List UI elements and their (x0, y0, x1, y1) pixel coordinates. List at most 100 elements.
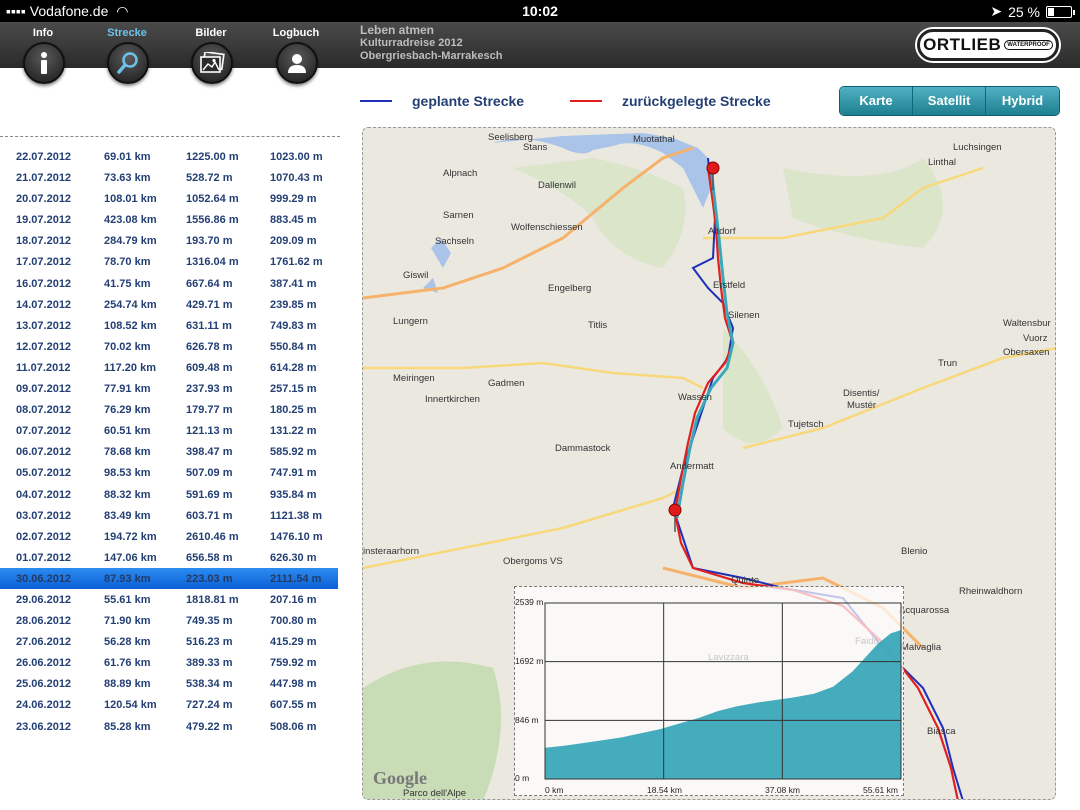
log-ascent: 656.58 m (186, 551, 233, 564)
x-tick-label: 55.61 km (863, 785, 898, 795)
log-date: 04.07.2012 (16, 488, 72, 501)
log-ascent: 591.69 m (186, 488, 233, 501)
log-ascent: 538.34 m (186, 678, 233, 691)
map-place-label: insteraarhorn (363, 546, 419, 557)
log-row[interactable]: 07.07.2012 60.51 km 121.13 m 131.22 m (0, 420, 338, 441)
log-row[interactable]: 30.06.2012 87.93 km 223.03 m 2111.54 m (0, 567, 338, 589)
planned-line-swatch (360, 100, 392, 102)
log-distance: 88.32 km (104, 488, 151, 501)
map-place-label: Linthal (928, 157, 956, 168)
log-distance: 117.20 km (104, 361, 156, 374)
log-row[interactable]: 24.06.2012 120.54 km 727.24 m 607.55 m (0, 694, 338, 715)
log-row[interactable]: 22.07.2012 69.01 km 1225.00 m 1023.00 m (0, 146, 338, 167)
search-icon[interactable] (107, 42, 149, 84)
map-place-label: Parco dell'Alpe (403, 788, 467, 799)
log-row[interactable]: 02.07.2012 194.72 km 2610.46 m 1476.10 m (0, 526, 338, 547)
log-row[interactable]: 20.07.2012 108.01 km 1052.64 m 999.29 m (0, 188, 338, 209)
log-ascent: 389.33 m (186, 657, 233, 670)
log-ascent: 1225.00 m (186, 151, 239, 163)
legend-planned: geplante Strecke (360, 93, 524, 109)
app-screen: ▪▪▪▪ Vodafone.de ◠ 10:02 ➤ 25 % Info Str… (0, 0, 1080, 810)
log-ascent: 193.70 m (186, 235, 233, 248)
log-descent: 1121.38 m (270, 509, 322, 522)
log-ascent: 1052.64 m (186, 193, 239, 206)
location-arrow-icon: ➤ (990, 3, 1003, 19)
map-place-label: Dammastock (555, 443, 611, 454)
log-row[interactable]: 25.06.2012 88.89 km 538.34 m 447.98 m (0, 673, 338, 694)
log-row[interactable]: 05.07.2012 98.53 km 507.09 m 747.91 m (0, 462, 338, 483)
nav-info[interactable]: Info (3, 22, 83, 84)
nav-logbuch[interactable]: Logbuch (256, 22, 336, 84)
log-distance: 423.08 km (104, 214, 157, 227)
log-distance: 88.89 km (104, 678, 151, 691)
log-distance: 87.93 km (104, 572, 151, 585)
log-row[interactable]: 27.06.2012 56.28 km 516.23 m 415.29 m (0, 631, 338, 652)
log-distance: 60.51 km (104, 425, 151, 438)
log-ascent: 749.35 m (186, 615, 233, 628)
log-row[interactable]: 19.07.2012 423.08 km 1556.86 m 883.45 m (0, 209, 338, 230)
log-distance: 69.01 km (104, 151, 151, 163)
log-row[interactable]: 17.07.2012 78.70 km 1316.04 m 1761.62 m (0, 251, 338, 272)
log-row[interactable]: 04.07.2012 88.32 km 591.69 m 935.84 m (0, 484, 338, 505)
log-distance: 71.90 km (104, 615, 151, 628)
map-type-hybrid[interactable]: Hybrid (986, 87, 1059, 115)
log-descent: 131.22 m (270, 425, 317, 438)
log-row[interactable]: 08.07.2012 76.29 km 179.77 m 180.25 m (0, 399, 338, 420)
pictures-icon[interactable] (191, 42, 233, 84)
log-descent: 415.29 m (270, 636, 317, 649)
log-row[interactable]: 01.07.2012 147.06 km 656.58 m 626.30 m (0, 547, 338, 568)
nav-bilder[interactable]: Bilder (171, 22, 251, 84)
log-row[interactable]: 21.07.2012 73.63 km 528.72 m 1070.43 m (0, 167, 338, 188)
log-row[interactable]: 18.07.2012 284.79 km 193.70 m 209.09 m (0, 230, 338, 251)
log-row[interactable]: 13.07.2012 108.52 km 631.11 m 749.83 m (0, 315, 338, 336)
map-place-label: Obergoms VS (503, 556, 563, 567)
log-row[interactable]: 11.07.2012 117.20 km 609.48 m 614.28 m (0, 357, 338, 378)
log-row[interactable]: 06.07.2012 78.68 km 398.47 m 585.92 m (0, 441, 338, 462)
log-ascent: 667.64 m (186, 277, 233, 290)
log-distance: 56.28 km (104, 636, 151, 649)
log-row[interactable]: 28.06.2012 71.90 km 749.35 m 700.80 m (0, 610, 338, 631)
log-ascent: 631.11 m (186, 319, 232, 332)
log-descent: 207.16 m (270, 593, 317, 606)
map-place-label: Sarnen (443, 210, 474, 221)
log-row[interactable]: 23.06.2012 85.28 km 479.22 m 508.06 m (0, 716, 338, 737)
log-distance: 61.76 km (104, 657, 151, 670)
x-tick-label: 37.08 km (765, 785, 800, 795)
log-date: 05.07.2012 (16, 467, 72, 480)
log-date: 02.07.2012 (16, 530, 72, 543)
user-icon[interactable] (276, 42, 318, 84)
log-row[interactable]: 12.07.2012 70.02 km 626.78 m 550.84 m (0, 336, 338, 357)
log-ascent: 528.72 m (186, 172, 233, 185)
map-type-satellit[interactable]: Satellit (913, 87, 986, 115)
log-distance: 85.28 km (104, 720, 151, 733)
map-place-label: Muotathal (633, 134, 675, 145)
map-place-label: Gadmen (488, 378, 525, 389)
map-place-label: Disentis/ (843, 388, 880, 399)
log-date: 16.07.2012 (16, 277, 72, 290)
log-descent: 999.29 m (270, 193, 317, 206)
log-row[interactable]: 16.07.2012 41.75 km 667.64 m 387.41 m (0, 273, 338, 294)
log-descent: 883.45 m (270, 214, 317, 227)
log-descent: 935.84 m (270, 488, 317, 501)
log-ascent: 237.93 m (186, 383, 233, 396)
info-icon[interactable] (23, 42, 65, 84)
log-distance: 147.06 km (104, 551, 157, 564)
log-descent: 759.92 m (270, 657, 317, 670)
log-ascent: 1316.04 m (186, 256, 239, 269)
log-row[interactable]: 09.07.2012 77.91 km 237.93 m 257.15 m (0, 378, 338, 399)
log-row[interactable]: 03.07.2012 83.49 km 603.71 m 1121.38 m (0, 505, 338, 526)
map-type-karte[interactable]: Karte (840, 87, 913, 115)
map-place-label: Engelberg (548, 283, 592, 294)
log-ascent: 223.03 m (186, 572, 233, 585)
log-row[interactable]: 29.06.2012 55.61 km 1818.81 m 207.16 m (0, 589, 338, 610)
log-date: 19.07.2012 (16, 214, 72, 227)
log-row[interactable]: 26.06.2012 61.76 km 389.33 m 759.92 m (0, 652, 338, 673)
google-logo: Google (373, 768, 427, 788)
log-ascent: 2610.46 m (186, 530, 239, 543)
status-bar: ▪▪▪▪ Vodafone.de ◠ 10:02 ➤ 25 % (0, 0, 1080, 22)
nav-strecke[interactable]: Strecke (87, 22, 167, 84)
map-place-label: Titlis (588, 320, 608, 331)
log-row[interactable]: 14.07.2012 254.74 km 429.71 m 239.85 m (0, 294, 338, 315)
map-place-label: Waltensbur (1003, 318, 1051, 329)
log-descent: 447.98 m (270, 678, 317, 691)
